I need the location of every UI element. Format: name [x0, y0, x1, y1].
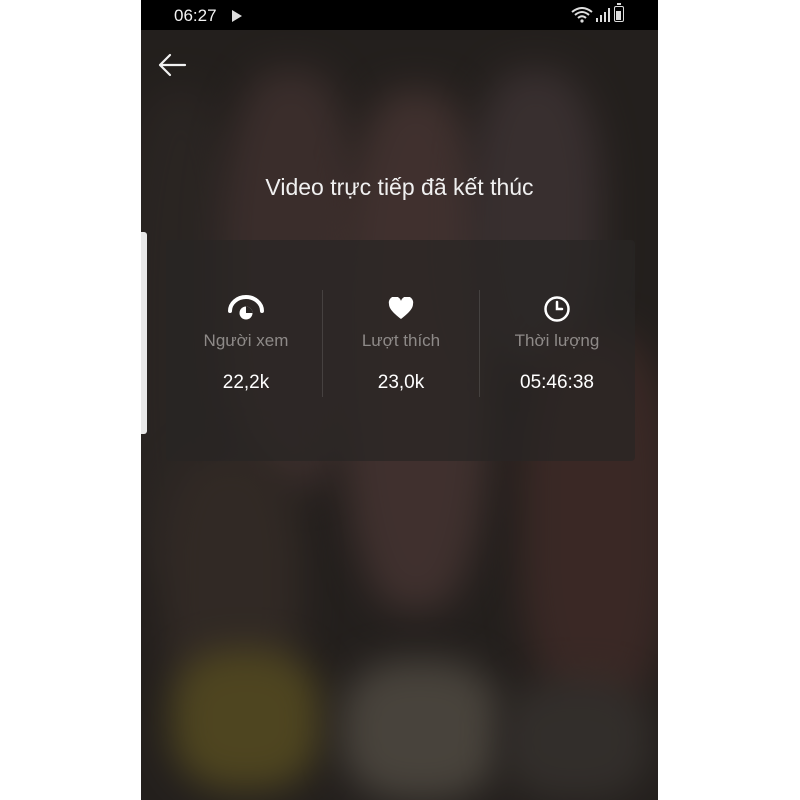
- stat-label: Thời lượng: [514, 331, 600, 350]
- live-ended-title: Video trực tiếp đã kết thúc: [265, 174, 534, 200]
- clock-icon: [544, 296, 570, 322]
- wifi-icon: [571, 7, 593, 23]
- edge-panel-handle[interactable]: [141, 232, 147, 434]
- signal-icon: [596, 8, 610, 22]
- status-time: 06:27: [174, 6, 217, 25]
- stat-viewers: Người xem 22,2k: [168, 240, 324, 461]
- phone-screen: 06:27 Video trực tiếp đã kết thúc Người …: [141, 0, 658, 800]
- status-bar: 06:27: [141, 0, 658, 30]
- stat-value: 05:46:38: [520, 372, 594, 393]
- eye-icon: [228, 295, 264, 320]
- play-store-icon: [232, 10, 242, 22]
- stat-value: 23,0k: [377, 372, 425, 393]
- heart-icon: [388, 297, 414, 319]
- stat-label: Người xem: [203, 331, 289, 350]
- battery-icon: [614, 3, 624, 22]
- stats-card: Người xem 22,2k Lượt thích 23,0k Thời lư…: [166, 240, 635, 461]
- back-arrow-icon[interactable]: [157, 52, 187, 78]
- stat-label: Lượt thích: [361, 331, 441, 350]
- stat-likes: Lượt thích 23,0k: [323, 240, 479, 461]
- stat-value: 22,2k: [222, 372, 270, 393]
- stat-duration: Thời lượng 05:46:38: [479, 240, 635, 461]
